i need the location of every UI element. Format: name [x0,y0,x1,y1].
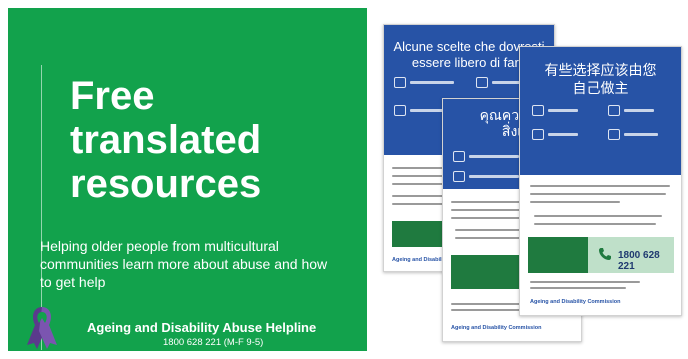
promo-panel: Free translated resources Helping older … [8,8,367,351]
purple-ribbon-icon [27,307,57,349]
leaflet-icon-row [608,105,654,116]
leaflet-banner: 有些选择应该由您 自己做主 [520,47,681,175]
people-icon [608,105,620,116]
leaflet-title-line-2: essere libero di fare [411,55,527,70]
helpline-number: 1800 628 221 (M-F 9-5) [163,337,264,348]
commission-label: Ageing and Disability Commission [530,299,621,305]
leaflet-chinese: 有些选择应该由您 自己做主 1800 628 221 Ageing and Di… [519,46,682,316]
chat-icon [453,171,465,182]
headline-line-1: Free [70,74,155,118]
person-icon [532,129,544,140]
leaflet-title-line-2: 自己做主 [572,80,629,96]
people-icon [476,77,488,88]
calendar-icon [394,77,406,88]
calendar-icon [532,105,544,116]
leaflet-icon-row [608,129,658,140]
commission-label: Ageing and Disability [392,257,448,263]
headline: Free translated resources [70,74,360,206]
person-icon [394,105,406,116]
helpline-box [392,221,448,247]
promo-subtext: Helping older people from multicultural … [40,238,328,290]
helpline-box: 1800 628 221 [528,237,674,273]
chat-icon [608,129,620,140]
leaflet-icon-row [453,151,519,162]
leaflet-icon-row [532,105,578,116]
headline-line-3: resources [70,162,262,206]
leaflet-title-line-1: 有些选择应该由您 [544,62,657,78]
helpline-box [451,255,519,289]
helpline-phone: 1800 628 221 [618,250,660,272]
leaflet-icon-row [453,171,519,182]
helpline-name: Ageing and Disability Abuse Helpline [87,320,317,335]
calendar-icon [453,151,465,162]
leaflet-icon-row [394,77,454,88]
phone-icon [599,248,611,260]
headline-line-2: translated [70,118,262,162]
leaflet-icon-row [532,129,578,140]
leaflet-title: 有些选择应该由您 自己做主 [520,47,681,97]
commission-label: Ageing and Disability Commission [451,325,542,331]
